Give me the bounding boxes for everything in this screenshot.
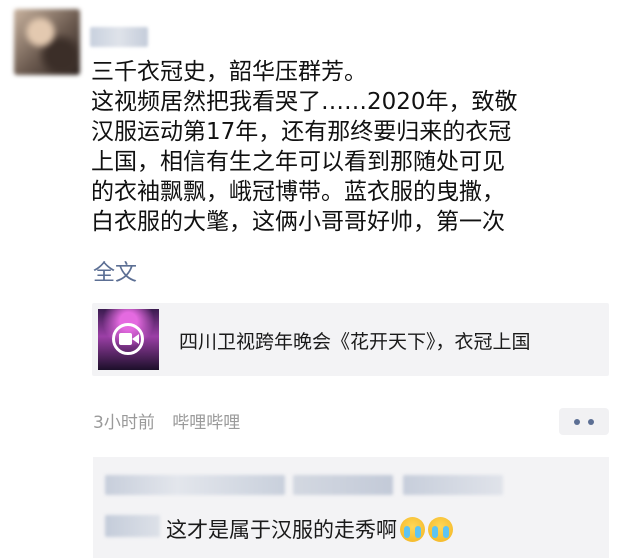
post-line: 白衣服的大氅，这俩小哥哥好帅，第一次	[91, 209, 505, 235]
video-camera-icon	[112, 323, 144, 355]
comment: 这才是属于汉服的走秀啊	[166, 514, 453, 544]
post-text: 三千衣冠史，韶华压群芳。这视频居然把我看哭了……2020年，致敬 汉服运动第17年…	[91, 57, 611, 237]
post-line: 的衣袖飘飘，峨冠博带。蓝衣服的曳撒，	[91, 179, 505, 205]
post-line: 三千衣冠史，韶华压群芳。	[91, 59, 367, 85]
likes-row-blurred	[105, 475, 285, 495]
more-dots-icon	[588, 419, 594, 425]
likes-row-blurred	[293, 475, 393, 495]
username-blurred[interactable]	[90, 27, 148, 47]
post-line: 汉服运动第17年，还有那终要归来的衣冠	[91, 119, 512, 145]
full-text-link[interactable]: 全文	[93, 255, 137, 287]
shared-video-title: 四川卫视跨年晚会《花开天下》，衣冠上国	[179, 331, 531, 353]
post-source: 哔哩哔哩	[172, 413, 241, 433]
comment-text: 这才是属于汉服的走秀啊	[166, 518, 397, 542]
more-actions-button[interactable]	[559, 408, 609, 435]
likes-row-blurred	[403, 475, 503, 495]
crying-face-icon	[400, 517, 425, 542]
post-time: 3小时前	[93, 413, 155, 433]
crying-face-icon	[428, 517, 453, 542]
video-thumbnail	[98, 309, 159, 370]
post-meta: 3小时前 哔哩哔哩	[93, 408, 240, 433]
more-dots-icon	[574, 419, 580, 425]
post-line: 上国，相信有生之年可以看到那随处可见	[91, 149, 505, 175]
comments-area: 这才是属于汉服的走秀啊	[93, 457, 609, 558]
post-line: 这视频居然把我看哭了……2020年，致敬	[91, 89, 518, 115]
shared-video-card[interactable]: 四川卫视跨年晚会《花开天下》，衣冠上国	[92, 303, 609, 376]
commenter-name-blurred[interactable]	[105, 515, 160, 537]
avatar[interactable]	[14, 9, 80, 75]
